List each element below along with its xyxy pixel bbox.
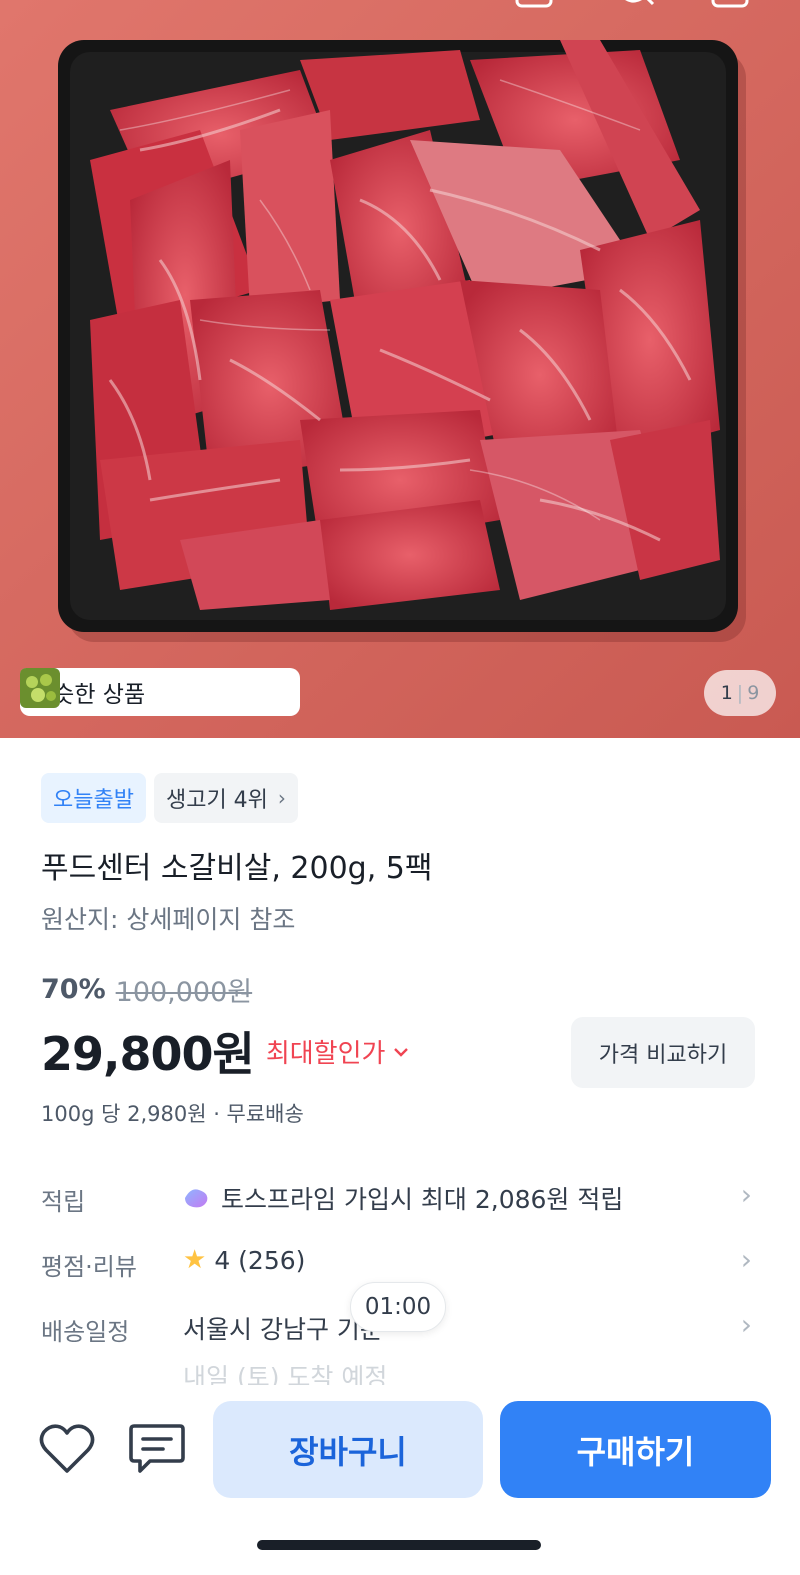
toss-prime-icon xyxy=(185,1189,208,1208)
rating-label: 평점·리뷰 xyxy=(41,1253,137,1281)
search-icon[interactable] xyxy=(615,0,655,10)
points-label: 적립 xyxy=(41,1188,86,1216)
page-separator: | xyxy=(736,682,744,704)
back-icon[interactable] xyxy=(40,0,64,10)
chevron-right-icon: › xyxy=(740,1308,752,1341)
cart-icon[interactable] xyxy=(710,0,750,10)
top-navigation-bar xyxy=(0,0,800,10)
add-to-cart-label: 장바구니 xyxy=(289,1432,407,1471)
unit-price-shipping: 100g 당 2,980원 · 무료배송 xyxy=(41,1102,304,1126)
chevron-right-icon: › xyxy=(740,1243,752,1276)
today-shipping-badge: 오늘출발 xyxy=(41,773,146,823)
image-page-indicator: 1 | 9 xyxy=(704,670,776,716)
today-shipping-label: 오늘출발 xyxy=(53,788,134,813)
product-origin: 원산지: 상세페이지 참조 xyxy=(41,905,296,934)
product-badges: 오늘출발 생고기 4위 › xyxy=(41,773,298,823)
product-photo xyxy=(0,0,800,738)
price-compare-label: 가격 비교하기 xyxy=(598,1042,728,1068)
buy-now-button[interactable]: 구매하기 xyxy=(500,1401,771,1498)
total-pages: 9 xyxy=(747,682,760,704)
original-price: 100,000원 xyxy=(115,977,253,1008)
home-icon[interactable] xyxy=(515,0,553,10)
star-icon: ★ xyxy=(183,1245,207,1275)
buy-now-label: 구매하기 xyxy=(576,1432,695,1471)
price-compare-button[interactable]: 가격 비교하기 xyxy=(571,1017,755,1088)
chevron-down-icon xyxy=(393,1041,409,1062)
chevron-right-icon: › xyxy=(740,1178,752,1211)
ranking-badge[interactable]: 생고기 4위 › xyxy=(153,773,298,823)
product-title: 푸드센터 소갈비살, 200g, 5팩 xyxy=(41,851,433,886)
heart-icon xyxy=(39,1424,95,1473)
product-image-gallery[interactable]: 비슷한 상품 1 | 9 xyxy=(0,0,800,738)
sale-price: 29,800원 xyxy=(41,1027,255,1081)
points-value-wrap: 토스프라임 가입시 최대 2,086원 적립 xyxy=(183,1180,623,1216)
chat-icon xyxy=(129,1424,185,1473)
max-discount-label: 최대할인가 xyxy=(265,1038,386,1069)
points-value: 토스프라임 가입시 최대 2,086원 적립 xyxy=(221,1185,624,1214)
rating-value: 4 (256) xyxy=(214,1245,306,1275)
add-to-cart-button[interactable]: 장바구니 xyxy=(213,1401,483,1498)
inquiry-button[interactable] xyxy=(128,1420,186,1478)
chevron-right-icon: › xyxy=(277,786,286,810)
similar-product-thumbnail xyxy=(20,668,60,708)
price-row: 29,800원 최대할인가 xyxy=(41,1018,409,1084)
points-row[interactable]: 적립 토스프라임 가입시 최대 2,086원 적립 › xyxy=(0,1172,800,1224)
similar-products-button[interactable]: 비슷한 상품 xyxy=(20,668,300,716)
current-page: 1 xyxy=(720,682,733,704)
time-bubble: 01:00 xyxy=(350,1282,446,1332)
home-indicator xyxy=(257,1540,541,1550)
rating-value-wrap: ★ 4 (256) xyxy=(183,1245,305,1275)
delivery-label: 배송일정 xyxy=(41,1318,130,1346)
max-discount-toggle[interactable]: 최대할인가 xyxy=(266,1033,410,1070)
wishlist-button[interactable] xyxy=(38,1420,96,1478)
discount-row: 70% 100,000원 xyxy=(41,970,252,1009)
discount-rate: 70% xyxy=(41,974,106,1005)
ranking-label: 생고기 4위 xyxy=(165,788,268,813)
